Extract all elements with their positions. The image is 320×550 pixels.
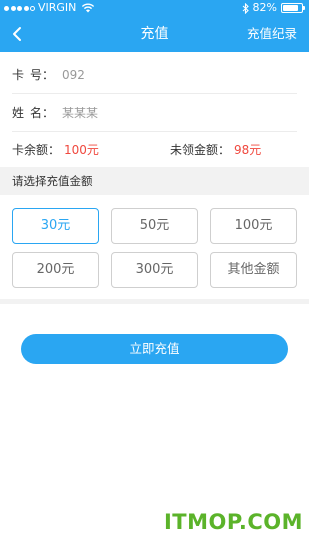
- card-number-row: 卡号： 092: [12, 56, 297, 94]
- amount-option-other[interactable]: 其他金额: [210, 252, 297, 288]
- card-number-label: 卡号：: [12, 68, 54, 82]
- nav-bar: 充值 充值纪录: [0, 16, 309, 52]
- name-row: 姓名： 某某某: [12, 94, 297, 132]
- status-right: 82%: [242, 0, 305, 16]
- balance-label: 卡余额：: [12, 142, 61, 157]
- amount-option-100[interactable]: 100元: [210, 208, 297, 244]
- amount-option-30[interactable]: 30元: [12, 208, 99, 244]
- name-value: 某某某: [62, 106, 99, 120]
- signal-icon: [4, 5, 35, 11]
- wifi-icon: [82, 3, 95, 13]
- battery-fill: [283, 5, 298, 11]
- unclaimed-group: 未领金额： 98元: [170, 141, 261, 158]
- amount-option-300[interactable]: 300元: [111, 252, 198, 288]
- name-label: 姓名：: [12, 106, 54, 120]
- amount-section-title: 请选择充值金额: [0, 167, 309, 195]
- balance-value: 100元: [64, 142, 99, 157]
- status-bar: VIRGIN 82%: [0, 0, 309, 16]
- card-number-value: 092: [62, 67, 85, 82]
- section-divider: [0, 299, 309, 304]
- amount-option-200[interactable]: 200元: [12, 252, 99, 288]
- amount-option-50[interactable]: 50元: [111, 208, 198, 244]
- status-left: VIRGIN: [4, 0, 95, 16]
- recharge-now-button[interactable]: 立即充值: [21, 334, 288, 364]
- carrier-label: VIRGIN: [38, 1, 77, 14]
- battery-icon: [281, 3, 305, 13]
- bluetooth-icon: [242, 2, 249, 14]
- unclaimed-label: 未领金额：: [170, 142, 231, 157]
- site-watermark: ITMOP.COM: [163, 510, 303, 534]
- recharge-history-link[interactable]: 充值纪录: [247, 16, 297, 52]
- battery-percent: 82%: [252, 1, 277, 14]
- balance-row: 卡余额： 100元 未领金额： 98元: [12, 130, 297, 168]
- unclaimed-value: 98元: [234, 142, 262, 157]
- card-info: 卡号： 092 姓名： 某某某 卡余额： 100元 未领金额： 98元: [0, 52, 309, 167]
